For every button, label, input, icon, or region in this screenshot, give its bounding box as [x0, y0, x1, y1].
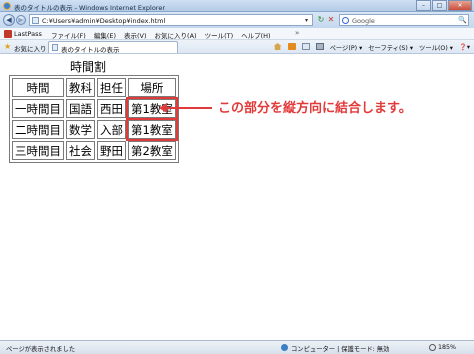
command-bar: ページ(P) ▾ セーフティ(S) ▾ ツール(O) ▾ ❓▾ — [268, 43, 470, 52]
status-bar: ページが表示されました コンピューター | 保護モード: 無効 185% — [0, 340, 474, 354]
table-cell: 第2教室 — [128, 141, 176, 160]
table-row: 一時間目 国語 西田 第1教室 — [12, 97, 178, 120]
back-button[interactable]: ◀ — [3, 14, 15, 26]
ie-logo-icon — [3, 2, 11, 10]
timetable-container: 時間割 時間 教科 担任 場所 一時間目 国語 西田 第1教室 二時間目 数学 … — [9, 59, 179, 163]
table-cell: 三時間目 — [12, 141, 64, 160]
favorites-bar: ★ お気に入り 表のタイトルの表示 ページ(P) ▾ セーフティ(S) ▾ ツー… — [0, 40, 474, 54]
header-cell-subject: 教科 — [66, 78, 95, 97]
search-icon[interactable]: 🔍 — [458, 16, 467, 24]
tab-current[interactable]: 表のタイトルの表示 — [48, 41, 178, 54]
security-zone-text[interactable]: コンピューター | 保護モード: 無効 — [291, 344, 389, 353]
favorites-button[interactable]: お気に入り — [14, 43, 47, 53]
annotation-arrow — [162, 107, 212, 109]
home-icon[interactable] — [273, 43, 282, 52]
table-caption: 時間割 — [69, 60, 106, 74]
help-menu-button[interactable]: ❓▾ — [459, 43, 470, 52]
address-dropdown-button[interactable]: ▾ — [302, 16, 311, 25]
google-icon — [342, 17, 349, 24]
address-toolbar: ◀ ▶ C:¥Users¥admin¥Desktop¥index.html ▾ … — [0, 12, 474, 28]
favorites-star-icon[interactable]: ★ — [4, 42, 11, 51]
highlighted-place-cell: 第1教室 — [126, 118, 178, 141]
address-field[interactable]: C:¥Users¥admin¥Desktop¥index.html ▾ — [29, 14, 313, 26]
zoom-level[interactable]: 185% — [438, 344, 456, 351]
title-bar: 表のタイトルの表示 - Windows Internet Explorer – … — [0, 0, 474, 12]
forward-button[interactable]: ▶ — [16, 15, 26, 25]
menu-help[interactable]: ヘルプ(H) — [241, 30, 270, 40]
header-cell-time: 時間 — [12, 78, 64, 97]
menu-items: ファイル(F) 編集(E) 表示(V) お気に入り(A) ツール(T) ヘルプ(… — [51, 30, 279, 40]
header-cell-place: 場所 — [128, 78, 176, 97]
tab-title: 表のタイトルの表示 — [61, 46, 120, 54]
stop-button[interactable]: ✕ — [326, 15, 336, 25]
feeds-icon[interactable] — [287, 43, 296, 52]
search-placeholder[interactable]: Google — [352, 17, 375, 25]
table-cell: 入部 — [97, 120, 126, 139]
safety-menu-button[interactable]: セーフティ(S) ▾ — [368, 43, 413, 52]
table-header-row: 時間 教科 担任 場所 — [12, 78, 176, 97]
tools-menu-button[interactable]: ツール(O) ▾ — [419, 43, 453, 52]
menu-edit[interactable]: 編集(E) — [94, 30, 116, 40]
table-cell: 二時間目 — [12, 120, 64, 139]
table-cell: 西田 — [97, 99, 126, 118]
page-icon — [32, 17, 39, 24]
refresh-button[interactable]: ↻ — [316, 15, 326, 25]
window-title: 表のタイトルの表示 - Windows Internet Explorer — [14, 4, 165, 12]
page-menu-button[interactable]: ページ(P) ▾ — [330, 43, 363, 52]
menu-view[interactable]: 表示(V) — [124, 30, 147, 40]
tab-page-icon — [52, 44, 58, 51]
table-cell: 社会 — [66, 141, 95, 160]
status-text: ページが表示されました — [6, 346, 76, 353]
lastpass-icon[interactable] — [4, 30, 12, 38]
close-button[interactable]: ✕ — [448, 0, 472, 11]
table-cell: 数学 — [66, 120, 95, 139]
table-cell: 国語 — [66, 99, 95, 118]
table-cell: 野田 — [97, 141, 126, 160]
table-row: 二時間目 数学 入部 第1教室 — [12, 118, 178, 141]
maximize-button[interactable]: □ — [432, 0, 447, 11]
search-input[interactable]: Google 🔍 — [339, 14, 469, 26]
menu-file[interactable]: ファイル(F) — [51, 30, 86, 40]
timetable: 時間 教科 担任 場所 一時間目 国語 西田 第1教室 二時間目 数学 入部 第… — [9, 75, 179, 163]
menu-tools[interactable]: ツール(T) — [205, 30, 234, 40]
zoom-icon[interactable] — [429, 344, 436, 351]
table-row: 三時間目 社会 野田 第2教室 — [12, 141, 176, 160]
menu-bar: LastPass ファイル(F) 編集(E) 表示(V) お気に入り(A) ツー… — [0, 28, 474, 40]
minimize-button[interactable]: – — [416, 0, 431, 11]
menu-favorites[interactable]: お気に入り(A) — [155, 30, 197, 40]
lastpass-button[interactable]: LastPass — [14, 30, 42, 38]
table-cell: 一時間目 — [12, 99, 64, 118]
window-controls: – □ ✕ — [415, 0, 472, 11]
header-cell-teacher: 担任 — [97, 78, 126, 97]
address-url[interactable]: C:¥Users¥admin¥Desktop¥index.html — [42, 17, 165, 25]
print-icon[interactable] — [315, 43, 324, 52]
page-content: 時間割 時間 教科 担任 場所 一時間目 国語 西田 第1教室 二時間目 数学 … — [0, 55, 474, 340]
annotation-text: この部分を縦方向に結合します。 — [218, 101, 412, 116]
computer-zone-icon — [281, 344, 288, 351]
mail-icon[interactable] — [301, 43, 310, 52]
toolbar-overflow-button[interactable]: » — [295, 29, 299, 37]
